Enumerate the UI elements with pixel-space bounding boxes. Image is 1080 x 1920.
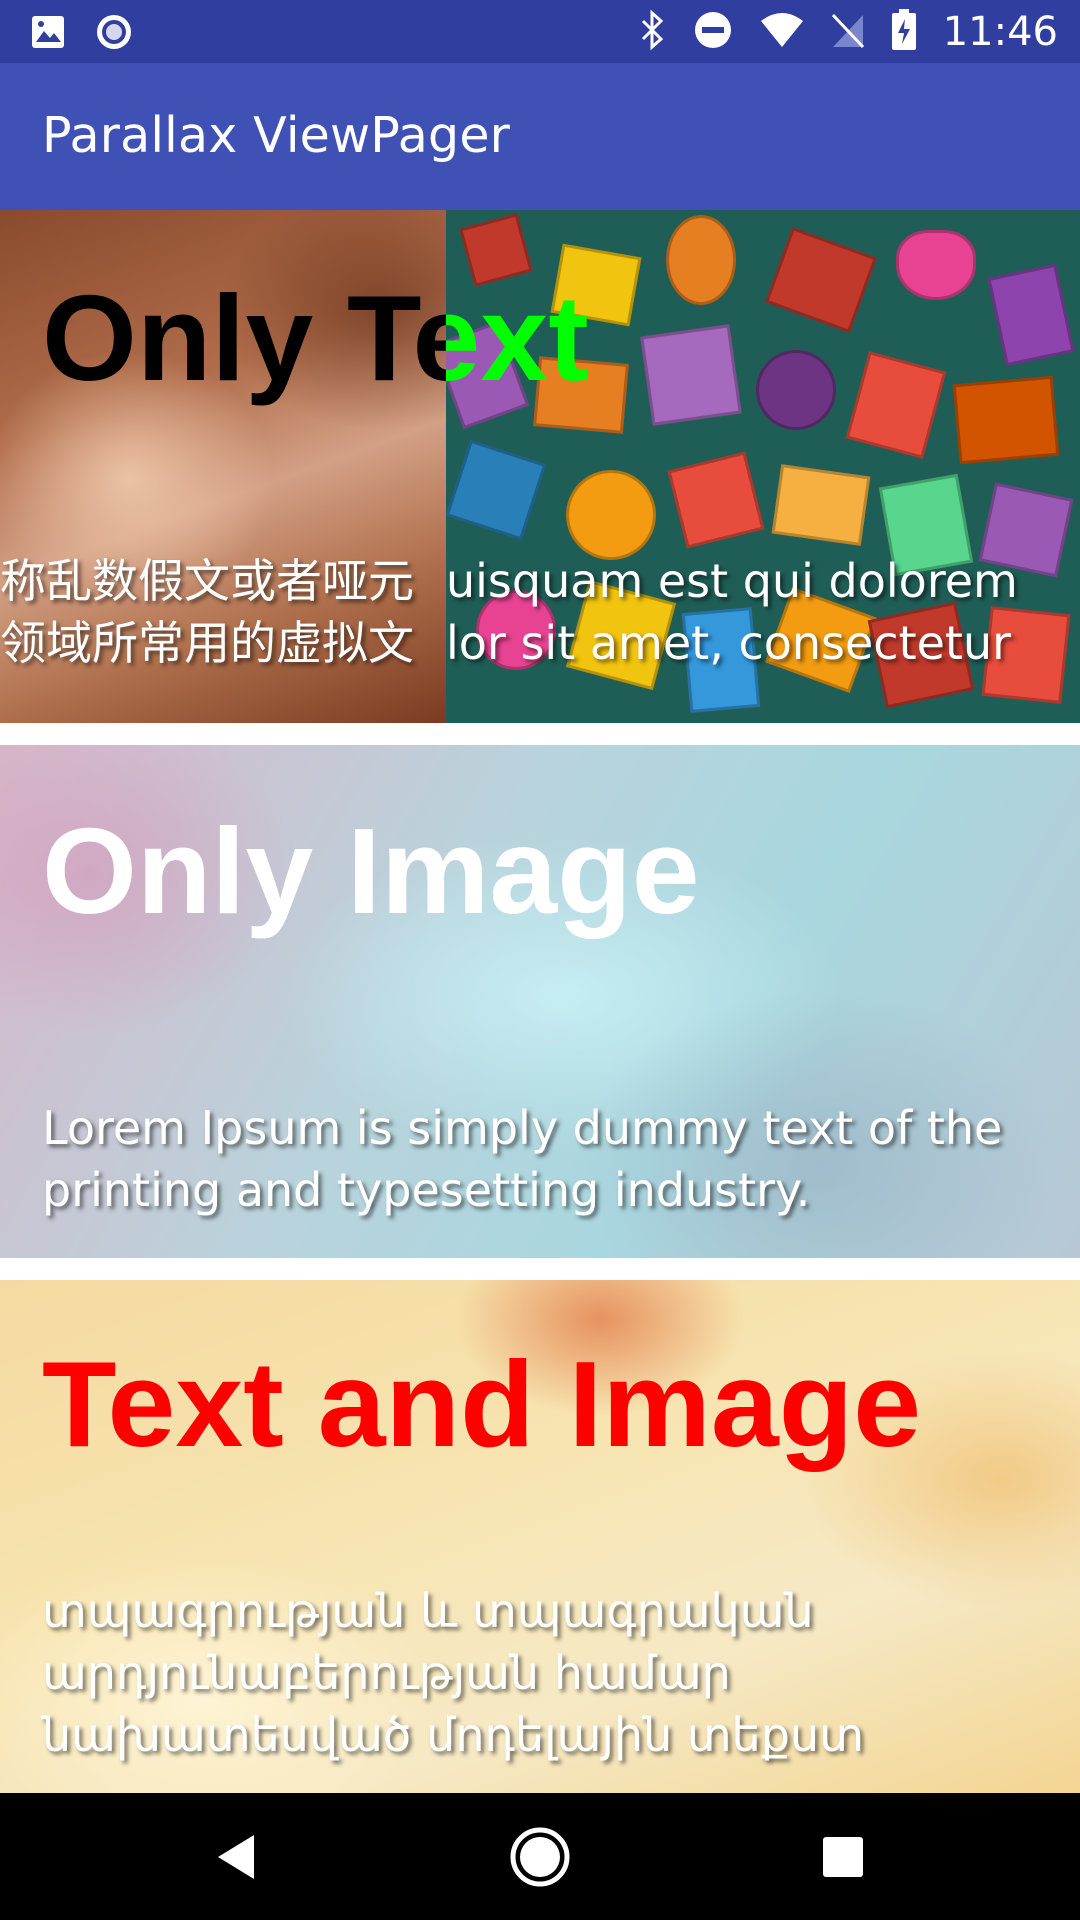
only-text-page-left: Only Text 称乱数假文或者哑元 领域所常用的虚拟文 [0, 210, 446, 723]
card-title-text-and-image: Text and Image [42, 1336, 922, 1472]
bluetooth-icon [639, 9, 667, 55]
pager-card-only-text[interactable]: Only Text 称乱数假文或者哑元 领域所常用的虚拟文 Only Text … [0, 210, 1080, 723]
card-title-only-image: Only Image [42, 803, 700, 939]
card-body-lorem: Lorem Ipsum is simply dummy text of the … [42, 1101, 1003, 1217]
card-body-chinese: 称乱数假文或者哑元 领域所常用的虚拟文 [0, 554, 414, 670]
do-not-disturb-icon [693, 10, 733, 54]
wifi-icon [759, 11, 805, 53]
card-body-armenian: տպագրության և տպագրական արդյունաբերությա… [42, 1584, 865, 1762]
recents-icon[interactable] [807, 1821, 879, 1893]
pager-card-text-and-image[interactable]: Text and Image տպագրության և տպագրական ա… [0, 1280, 1080, 1793]
card-body-latin: uisquam est qui dolorem lor sit amet, co… [446, 554, 1018, 670]
back-icon[interactable] [200, 1821, 272, 1893]
only-text-page-right: Only Text uisquam est qui dolorem lor si… [446, 210, 1080, 723]
image-icon [30, 14, 66, 54]
status-time: 11:46 [942, 9, 1058, 55]
pager-card-only-image[interactable]: Only Image Lorem Ipsum is simply dummy t… [0, 745, 1080, 1258]
app-bar: Parallax ViewPager [0, 63, 1080, 210]
no-sim-icon [831, 11, 865, 53]
app-title: Parallax ViewPager [42, 107, 511, 164]
navigation-bar [0, 1793, 1080, 1920]
card-title-only-text-right: Only Text [446, 270, 589, 406]
card-title-only-text-left: Only Text [42, 270, 446, 406]
home-icon[interactable] [504, 1821, 576, 1893]
radio-record-icon [94, 12, 134, 56]
status-bar: 11:46 [0, 0, 1080, 63]
battery-charging-icon [891, 9, 917, 55]
